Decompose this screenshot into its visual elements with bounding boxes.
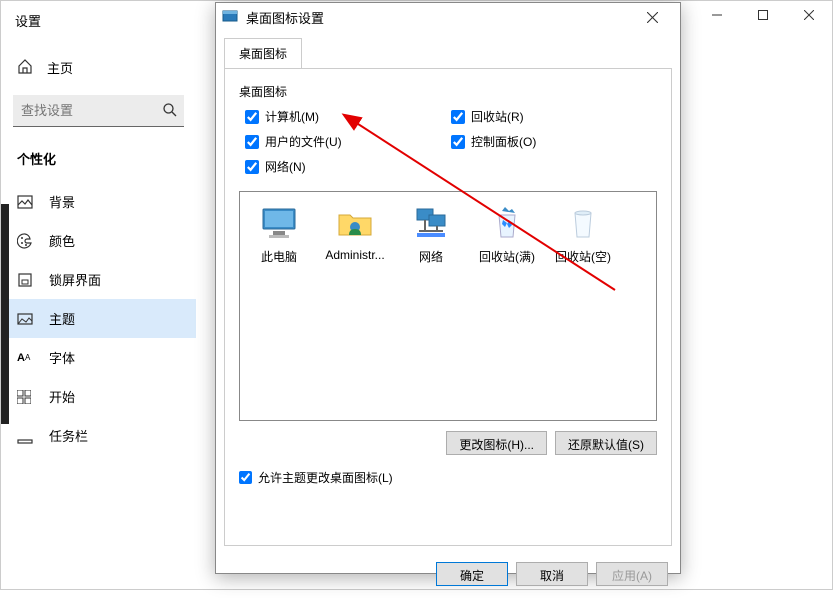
sidebar: 主页 个性化 背景 颜色 锁屏界面	[1, 40, 196, 598]
dialog-footer: 确定 取消 应用(A)	[216, 554, 680, 594]
lockscreen-icon	[17, 272, 35, 288]
dialog-close-button[interactable]	[630, 3, 674, 31]
background-icon	[17, 194, 35, 210]
checkbox-recycle[interactable]: 回收站(R)	[451, 108, 657, 125]
sidebar-item-label: 开始	[49, 387, 75, 406]
sidebar-item-start[interactable]: 开始	[1, 377, 196, 416]
icon-recycle-full[interactable]: 回收站(满)	[476, 204, 538, 265]
search-input[interactable]	[13, 95, 184, 127]
tab-panel: 桌面图标 计算机(M) 回收站(R) 用户的文件(U) 控制面板(O) 网络(N…	[224, 68, 672, 546]
sidebar-item-taskbar[interactable]: 任务栏	[1, 416, 196, 455]
taskbar-icon	[17, 428, 35, 444]
recycle-empty-icon	[562, 204, 604, 242]
colors-icon	[17, 233, 35, 249]
restore-default-button[interactable]: 还原默认值(S)	[555, 431, 657, 455]
dialog-title-icon	[222, 9, 238, 25]
group-label: 桌面图标	[239, 83, 657, 100]
allow-theme-checkbox[interactable]: 允许主题更改桌面图标(L)	[239, 469, 657, 486]
checkbox-network-input[interactable]	[245, 160, 259, 174]
sidebar-item-colors[interactable]: 颜色	[1, 221, 196, 260]
fonts-icon: AА	[17, 352, 35, 364]
icon-network[interactable]: 网络	[400, 204, 462, 265]
sidebar-item-background[interactable]: 背景	[1, 182, 196, 221]
icon-label: 网络	[400, 248, 462, 265]
dialog-titlebar: 桌面图标设置	[216, 3, 680, 31]
ok-button[interactable]: 确定	[436, 562, 508, 586]
checkbox-computer[interactable]: 计算机(M)	[245, 108, 451, 125]
tab-desktop-icons[interactable]: 桌面图标	[224, 38, 302, 69]
sidebar-item-lockscreen[interactable]: 锁屏界面	[1, 260, 196, 299]
network-icon	[410, 204, 452, 242]
checkbox-recycle-input[interactable]	[451, 110, 465, 124]
checkbox-network[interactable]: 网络(N)	[245, 158, 451, 175]
checkbox-control[interactable]: 控制面板(O)	[451, 133, 657, 150]
themes-icon	[17, 311, 35, 327]
allow-theme-input[interactable]	[239, 471, 252, 484]
desktop-icon-dialog: 桌面图标设置 桌面图标 桌面图标 计算机(M) 回收站(R) 用户的文件(U) …	[215, 2, 681, 574]
minimize-button[interactable]	[694, 1, 740, 29]
maximize-button[interactable]	[740, 1, 786, 29]
search-icon	[162, 102, 178, 121]
icon-label: Administr...	[324, 248, 386, 262]
apply-button[interactable]: 应用(A)	[596, 562, 668, 586]
section-header: 个性化	[1, 145, 196, 182]
checkbox-userfiles-input[interactable]	[245, 135, 259, 149]
home-button[interactable]: 主页	[1, 50, 196, 89]
sidebar-item-label: 背景	[49, 192, 75, 211]
sidebar-item-themes[interactable]: 主题	[1, 299, 196, 338]
checkbox-computer-input[interactable]	[245, 110, 259, 124]
home-label: 主页	[47, 58, 73, 77]
sidebar-item-label: 字体	[49, 348, 75, 367]
icon-recycle-empty[interactable]: 回收站(空)	[552, 204, 614, 265]
icon-preview-box: 此电脑 Administr... 网络 回收站(满) 回收站(空)	[239, 191, 657, 421]
cancel-button[interactable]: 取消	[516, 562, 588, 586]
checkbox-userfiles[interactable]: 用户的文件(U)	[245, 133, 451, 150]
window-controls	[694, 1, 832, 29]
icon-user-files[interactable]: Administr...	[324, 204, 386, 262]
dialog-title: 桌面图标设置	[246, 8, 324, 27]
recycle-full-icon	[486, 204, 528, 242]
user-files-icon	[334, 204, 376, 242]
settings-title: 设置	[15, 14, 41, 29]
icon-label: 回收站(满)	[476, 248, 538, 265]
sidebar-item-label: 任务栏	[49, 426, 88, 445]
dark-strip	[1, 204, 9, 424]
sidebar-item-label: 主题	[49, 309, 75, 328]
icon-label: 此电脑	[248, 248, 310, 265]
change-icon-button[interactable]: 更改图标(H)...	[446, 431, 547, 455]
icon-label: 回收站(空)	[552, 248, 614, 265]
sidebar-item-label: 锁屏界面	[49, 270, 101, 289]
sidebar-item-label: 颜色	[49, 231, 75, 250]
checkbox-control-input[interactable]	[451, 135, 465, 149]
search-wrap	[13, 95, 184, 127]
close-button[interactable]	[786, 1, 832, 29]
sidebar-item-fonts[interactable]: AА 字体	[1, 338, 196, 377]
icon-this-pc[interactable]: 此电脑	[248, 204, 310, 265]
tab-bar: 桌面图标	[216, 31, 680, 68]
start-icon	[17, 390, 35, 404]
this-pc-icon	[258, 204, 300, 242]
home-icon	[17, 58, 35, 77]
